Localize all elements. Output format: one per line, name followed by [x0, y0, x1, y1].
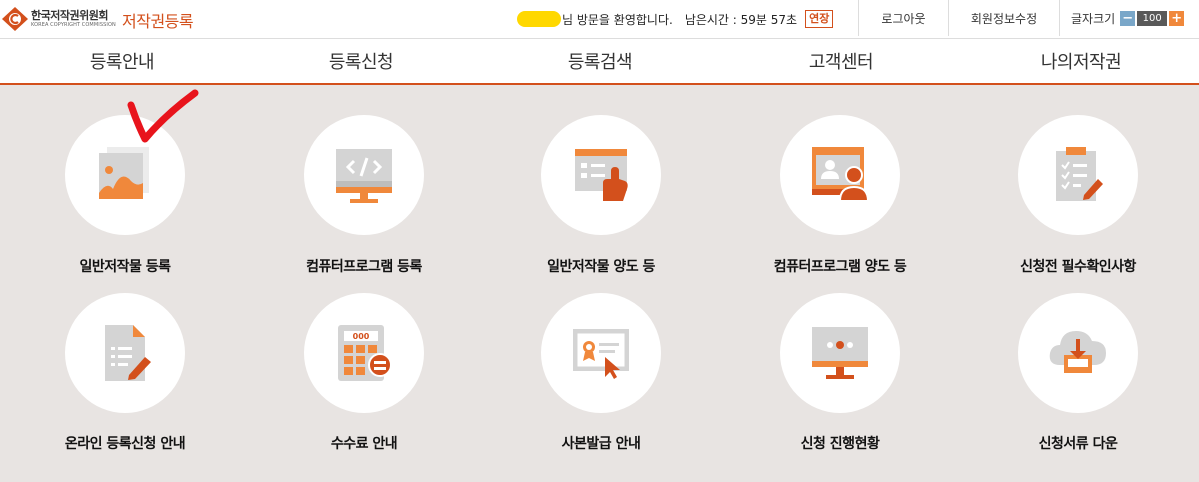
nav-customer-center[interactable]: 고객센터 [741, 39, 941, 83]
document-handover-icon [575, 149, 628, 201]
service-label: 컴퓨터프로그램 등록 [306, 259, 422, 275]
service-label: 컴퓨터프로그램 양도 등 [773, 259, 907, 275]
document-pencil-icon [105, 325, 151, 381]
nav-registration-guide[interactable]: 등록안내 [22, 39, 222, 83]
service-label: 수수료 안내 [330, 436, 398, 452]
service-online-guide[interactable]: 온라인 등록신청 안내 [25, 293, 225, 463]
nav-registration-search[interactable]: 등록검색 [500, 39, 700, 83]
font-size-label: 글자크기 [1071, 11, 1116, 26]
service-copy-issuance[interactable]: 사본발급 안내 [501, 293, 701, 463]
certificate-icon [573, 329, 629, 379]
logout-link[interactable]: 로그아웃 [858, 0, 948, 36]
org-name-ko: 한국저작권위원회 [31, 9, 108, 22]
svg-text:000: 000 [353, 332, 370, 341]
site-title[interactable]: 저작권등록 [122, 8, 194, 32]
code-monitor-icon [336, 149, 392, 203]
main-nav: 등록안내 등록신청 등록검색 고객센터 나의저작권 [0, 38, 1199, 85]
font-size-control: 글자크기 − 100 + [1059, 0, 1199, 36]
edit-profile-link[interactable]: 회원정보수정 [948, 0, 1059, 36]
user-session: 님 방문을 환영합니다. 남은시간 : 59분 57초 연장 [517, 10, 834, 28]
font-size-value: 100 [1137, 10, 1168, 26]
greeting-text: 님 방문을 환영합니다. [562, 12, 673, 27]
image-gallery-icon [99, 147, 149, 199]
calculator-icon: 000 [338, 325, 392, 381]
red-checkmark-annotation [127, 89, 199, 143]
org-name-en: KOREA COPYRIGHT COMMISSION [31, 22, 116, 28]
checklist-clipboard-icon [1056, 147, 1103, 201]
redacted-user-name [517, 11, 561, 27]
service-fee-guide[interactable]: 000 수수료 안내 [264, 293, 464, 463]
service-form-download[interactable]: 신청서류 다운 [978, 293, 1178, 463]
service-label: 신청 진행현황 [800, 436, 880, 452]
service-label: 신청전 필수확인사항 [1020, 259, 1136, 275]
font-decrease-button[interactable]: − [1120, 10, 1136, 26]
nav-my-copyright[interactable]: 나의저작권 [981, 39, 1181, 83]
service-label: 신청서류 다운 [1038, 436, 1118, 452]
progress-monitor-icon [812, 327, 868, 379]
service-program-transfer[interactable]: 컴퓨터프로그램 양도 등 [740, 115, 940, 285]
user-monitor-icon [812, 147, 870, 202]
service-label: 일반저작물 등록 [79, 259, 171, 275]
cloud-download-icon [1049, 331, 1106, 373]
nav-registration-apply[interactable]: 등록신청 [261, 39, 461, 83]
font-increase-button[interactable]: + [1169, 10, 1185, 26]
extend-session-button[interactable]: 연장 [805, 10, 834, 28]
service-label: 사본발급 안내 [561, 436, 641, 452]
service-general-work-transfer[interactable]: 일반저작물 양도 등 [501, 115, 701, 285]
service-label: 일반저작물 양도 등 [547, 259, 655, 275]
service-pre-check[interactable]: 신청전 필수확인사항 [978, 115, 1178, 285]
top-bar: 한국저작권위원회 KOREA COPYRIGHT COMMISSION 저작권등… [0, 0, 1199, 38]
copyright-logo-icon [2, 7, 28, 31]
service-label: 온라인 등록신청 안내 [64, 436, 186, 452]
session-timer: 남은시간 : 59분 57초 [684, 12, 798, 27]
org-logo[interactable]: 한국저작권위원회 KOREA COPYRIGHT COMMISSION [0, 7, 116, 31]
service-progress-status[interactable]: 신청 진행현황 [740, 293, 940, 463]
service-program-registration[interactable]: 컴퓨터프로그램 등록 [264, 115, 464, 285]
